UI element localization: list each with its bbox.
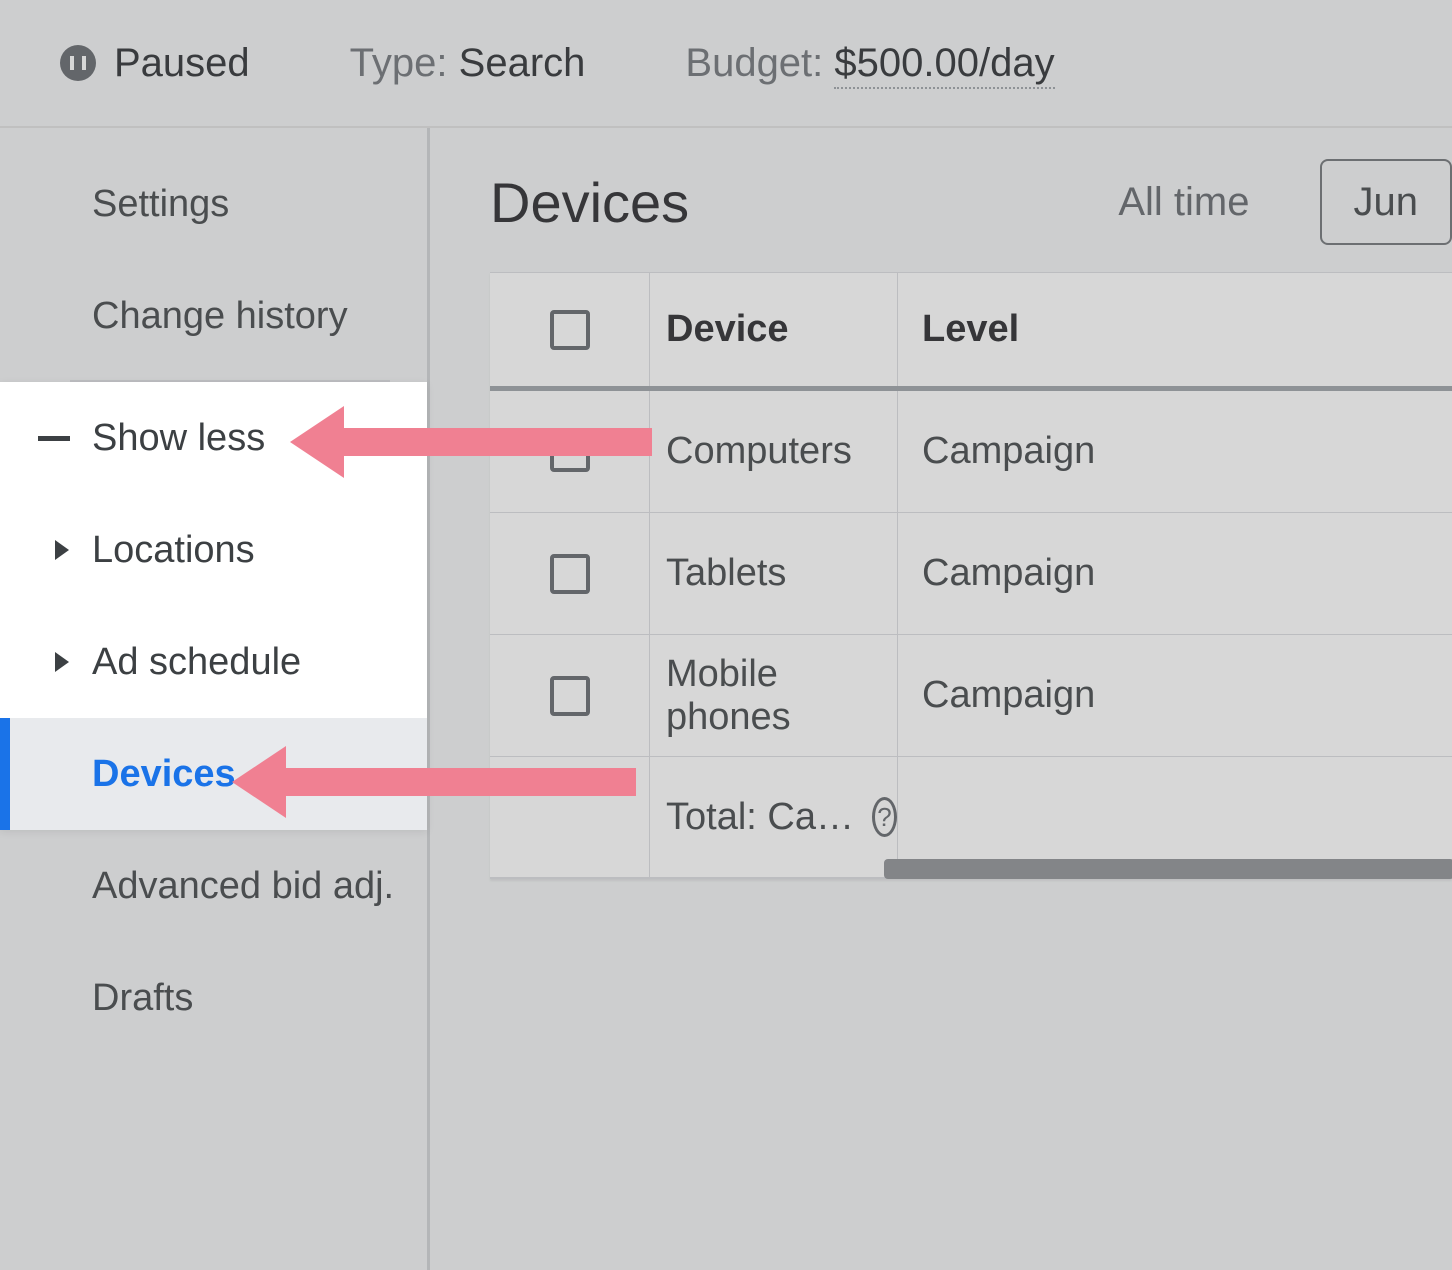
time-filter[interactable]: All time: [1118, 180, 1249, 225]
total-label: Total: Ca…: [666, 796, 854, 839]
cell-device: Tablets: [650, 513, 898, 634]
status-text: Paused: [114, 41, 250, 86]
checkbox-icon[interactable]: [550, 554, 590, 594]
date-range-picker[interactable]: Jun: [1320, 159, 1452, 245]
sidebar-item-drafts[interactable]: Drafts: [0, 942, 427, 1054]
table-row[interactable]: Mobile phones Campaign: [490, 635, 1452, 757]
type-label: Type:: [350, 41, 448, 85]
sidebar-item-settings[interactable]: Settings: [0, 148, 427, 260]
row-select-cell[interactable]: [490, 635, 650, 756]
cell-level: Campaign: [898, 513, 1452, 634]
campaign-header: Paused Type: Search Budget: $500.00/day: [0, 0, 1452, 128]
page-title: Devices: [490, 170, 689, 235]
pause-icon: [60, 45, 96, 81]
table-header-row: Device Level: [490, 273, 1452, 391]
sidebar-item-label: Change history: [92, 295, 348, 338]
sidebar-item-label: Devices: [92, 753, 236, 796]
col-header-level[interactable]: Level: [898, 273, 1452, 386]
row-select-cell[interactable]: [490, 513, 650, 634]
campaign-budget[interactable]: Budget: $500.00/day: [685, 41, 1054, 86]
date-range-value: Jun: [1354, 180, 1419, 225]
checkbox-icon[interactable]: [550, 310, 590, 350]
table-row[interactable]: Tablets Campaign: [490, 513, 1452, 635]
horizontal-scrollbar[interactable]: [884, 859, 1452, 879]
type-value: Search: [459, 41, 586, 85]
sidebar-item-label: Show less: [92, 417, 265, 460]
col-header-device[interactable]: Device: [650, 273, 898, 386]
sidebar-item-ad-schedule[interactable]: Ad schedule: [0, 606, 427, 718]
main-area: Settings Change history Show less Locati…: [0, 128, 1452, 1270]
chevron-right-icon: [55, 540, 69, 560]
annotation-arrow: [274, 768, 636, 796]
cell-device: Mobile phones: [650, 635, 898, 756]
sidebar-item-label: Advanced bid adj.: [92, 865, 394, 908]
cell-level: Campaign: [898, 391, 1452, 512]
checkbox-icon[interactable]: [550, 676, 590, 716]
content-header: Devices All time Jun: [490, 152, 1452, 252]
cell-device: Computers: [650, 391, 898, 512]
campaign-status[interactable]: Paused: [60, 41, 250, 86]
sidebar-item-label: Ad schedule: [92, 641, 301, 684]
budget-label: Budget:: [685, 41, 823, 85]
total-label-cell: Total: Ca… ?: [650, 757, 898, 877]
annotation-arrow: [332, 428, 652, 456]
content-area: Devices All time Jun Device Level: [430, 128, 1452, 1270]
sidebar-item-label: Drafts: [92, 977, 193, 1020]
select-all-cell[interactable]: [490, 273, 650, 386]
sidebar: Settings Change history Show less Locati…: [0, 128, 430, 1270]
help-icon[interactable]: ?: [872, 797, 897, 837]
campaign-type: Type: Search: [350, 41, 586, 86]
sidebar-item-label: Locations: [92, 529, 255, 572]
cell-level: Campaign: [898, 635, 1452, 756]
chevron-right-icon: [55, 652, 69, 672]
sidebar-item-locations[interactable]: Locations: [0, 494, 427, 606]
budget-value: $500.00/day: [834, 41, 1054, 89]
sidebar-item-change-history[interactable]: Change history: [0, 260, 427, 372]
sidebar-item-advanced-bid-adj[interactable]: Advanced bid adj.: [0, 830, 427, 942]
sidebar-item-label: Settings: [92, 183, 229, 226]
minus-icon: [38, 436, 70, 441]
